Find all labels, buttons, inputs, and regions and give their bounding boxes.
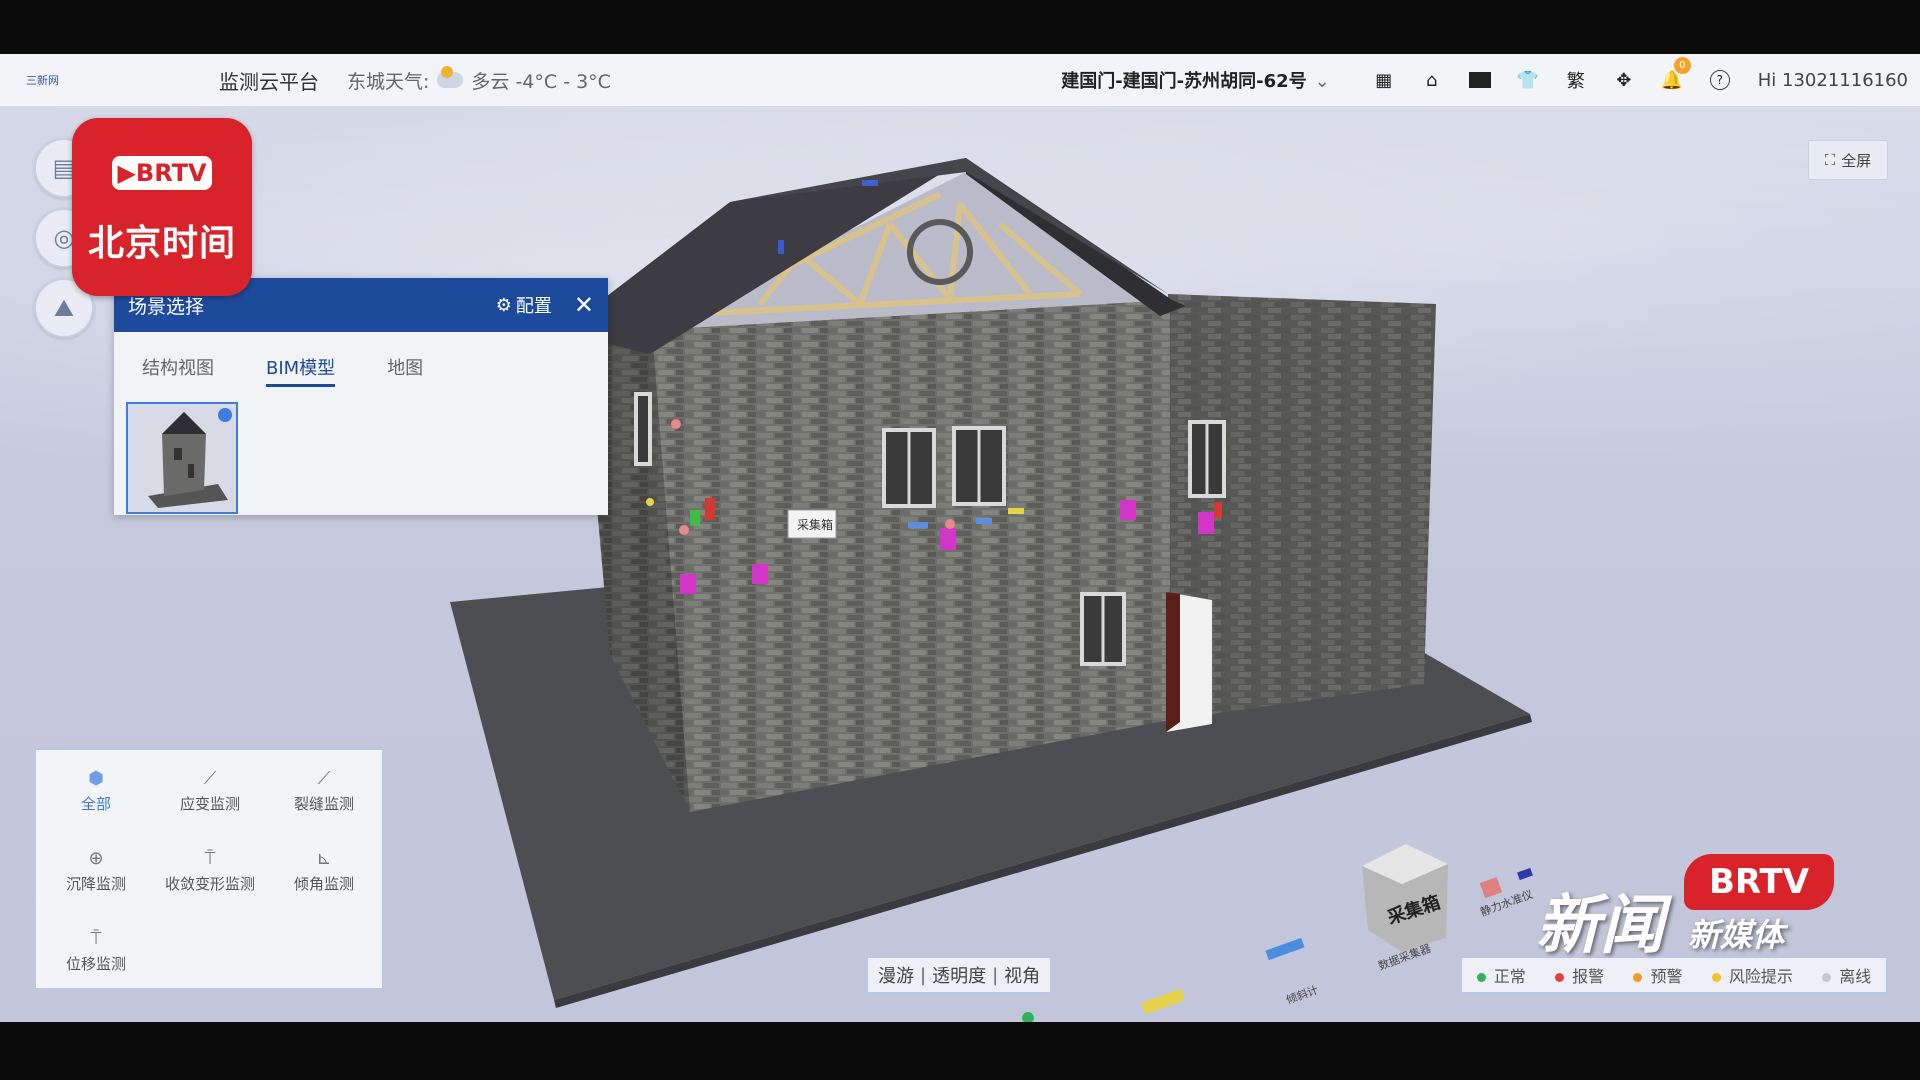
mountain-icon: ⛰ xyxy=(53,294,75,322)
app-screen: 采集箱 采集箱 数据采集器 倾斜计 静力水准仪 三新网 监测云平台 东城天气: … xyxy=(0,54,1920,1022)
monitor-displacement[interactable]: ⍑ 位移监测 xyxy=(40,928,152,974)
watermark-main: 新闻 xyxy=(1536,889,1664,963)
view-controls: 漫游 | 透明度 | 视角 xyxy=(866,956,1053,994)
monitor-all[interactable]: ⬢ 全部 xyxy=(40,768,152,814)
legend-offline: 离线 xyxy=(1822,963,1871,987)
transparency-button[interactable]: 透明度 xyxy=(932,962,986,988)
address-text: 建国门-建国门-苏州胡同-62号 xyxy=(1061,71,1307,92)
legend-normal: 正常 xyxy=(1476,963,1526,987)
top-bar-left: 三新网 监测云平台 东城天气: 多云 -4°C - 3°C xyxy=(26,54,611,106)
top-bar: 三新网 监测云平台 东城天气: 多云 -4°C - 3°C 建国门-建国门-苏州… xyxy=(0,54,1920,107)
tab-map[interactable]: 地图 xyxy=(387,354,423,387)
monitor-convergence[interactable]: ⍑ 收敛变形监测 xyxy=(154,848,266,894)
convergence-icon: ⍑ xyxy=(204,848,216,869)
watermark-sub: 新媒体 xyxy=(1688,916,1785,954)
inclination-icon: ⊾ xyxy=(316,848,332,869)
weather-label: 东城天气: xyxy=(347,70,430,93)
traditional-chinese-toggle[interactable]: 繁 xyxy=(1552,54,1600,106)
home-icon[interactable]: ⌂ xyxy=(1408,54,1456,106)
selected-check-icon xyxy=(218,408,232,422)
status-legend: 正常 报警 预警 风险提示 离线 xyxy=(1460,956,1888,994)
top-bar-right: 建国门-建国门-苏州胡同-62号 ⌄ ▦ ⌂ 👕 繁 ✥ 🔔 0 ? Hi 1302… xyxy=(1061,54,1908,106)
partly-cloudy-icon xyxy=(437,66,464,88)
brtv-logo-name: 北京时间 xyxy=(87,223,236,264)
watermark-brand: BRTV xyxy=(1684,854,1834,910)
tab-bim-model[interactable]: BIM模型 xyxy=(266,354,336,387)
ground-devices[interactable]: 采集箱 xyxy=(1022,844,1533,1022)
platform-title: 监测云平台 xyxy=(219,69,319,94)
notification-badge: 0 xyxy=(1673,57,1691,74)
collection-box-tag-text: 采集箱 xyxy=(797,517,833,532)
gear-icon: ⚙ xyxy=(495,294,512,316)
weather-widget: 东城天气: 多云 -4°C - 3°C xyxy=(347,66,611,94)
brtv-channel-logo: ▶BRTV 北京时间 xyxy=(72,118,252,296)
config-button[interactable]: ⚙ 配置 xyxy=(496,292,552,318)
legend-warning: 预警 xyxy=(1633,963,1682,987)
cube-icon: ⬢ xyxy=(88,768,104,789)
scene-selection-panel: 场景选择 ⚙ 配置 ✕ 结构视图 BIM模型 地图 xyxy=(114,278,608,515)
help-icon[interactable]: ? xyxy=(1696,54,1744,106)
move-icon[interactable]: ✥ xyxy=(1600,54,1648,106)
monitor-strain[interactable]: ⟋ 应变监测 xyxy=(154,768,266,814)
shirt-icon[interactable]: 👕 xyxy=(1504,54,1552,106)
apps-grid-icon[interactable]: ▦ xyxy=(1360,54,1408,106)
chevron-down-icon: ⌄ xyxy=(1314,71,1330,92)
weather-value: 多云 -4°C - 3°C xyxy=(471,70,611,93)
expand-icon: ⛶ xyxy=(1824,151,1836,169)
bell-icon[interactable]: 🔔 0 xyxy=(1648,54,1696,106)
config-label: 配置 xyxy=(515,296,552,317)
dashboard-icon[interactable] xyxy=(1456,54,1504,106)
monitor-crack[interactable]: ⟋ 裂缝监测 xyxy=(268,768,380,814)
crack-gauge-icon: ⟋ xyxy=(317,768,331,789)
tab-structure-view[interactable]: 结构视图 xyxy=(142,354,214,387)
fullscreen-label: 全屏 xyxy=(1841,151,1872,170)
settlement-icon: ⊕ xyxy=(88,848,104,869)
monitoring-type-panel: ⬢ 全部 ⟋ 应变监测 ⟋ 裂缝监测 ⊕ 沉降监测 ⍑ 收敛变形监测 ⊾ 倾角监测 ⍑ 位移监… xyxy=(34,748,384,990)
monitor-inclination[interactable]: ⊾ 倾角监测 xyxy=(268,848,380,894)
user-greeting[interactable]: Hi 13021116160 xyxy=(1758,70,1908,91)
address-selector[interactable]: 建国门-建国门-苏州胡同-62号 ⌄ xyxy=(1061,67,1330,93)
strain-gauge-icon: ⟋ xyxy=(203,768,217,789)
fullscreen-button[interactable]: ⛶ 全屏 xyxy=(1808,140,1888,180)
brtv-logo-tag: ▶BRTV xyxy=(112,156,212,190)
view-angle-button[interactable]: 视角 xyxy=(1004,962,1040,988)
displacement-icon: ⍑ xyxy=(90,928,102,949)
close-icon[interactable]: ✕ xyxy=(574,291,594,319)
video-frame: 采集箱 采集箱 数据采集器 倾斜计 静力水准仪 三新网 监测云平台 东城天气: … xyxy=(0,0,1920,1080)
brtv-news-watermark: BRTV 新闻 新媒体 xyxy=(1536,850,1836,963)
roam-button[interactable]: 漫游 xyxy=(878,962,914,988)
legend-alarm: 报警 xyxy=(1555,963,1604,987)
monitor-settlement[interactable]: ⊕ 沉降监测 xyxy=(40,848,152,894)
bim-model-thumbnail[interactable] xyxy=(126,402,238,514)
scene-tabs: 结构视图 BIM模型 地图 xyxy=(114,332,608,387)
legend-risk: 风险提示 xyxy=(1711,963,1793,987)
app-logo[interactable]: 三新网 xyxy=(26,72,59,88)
svg-text:倾斜计: 倾斜计 xyxy=(1285,983,1320,1007)
